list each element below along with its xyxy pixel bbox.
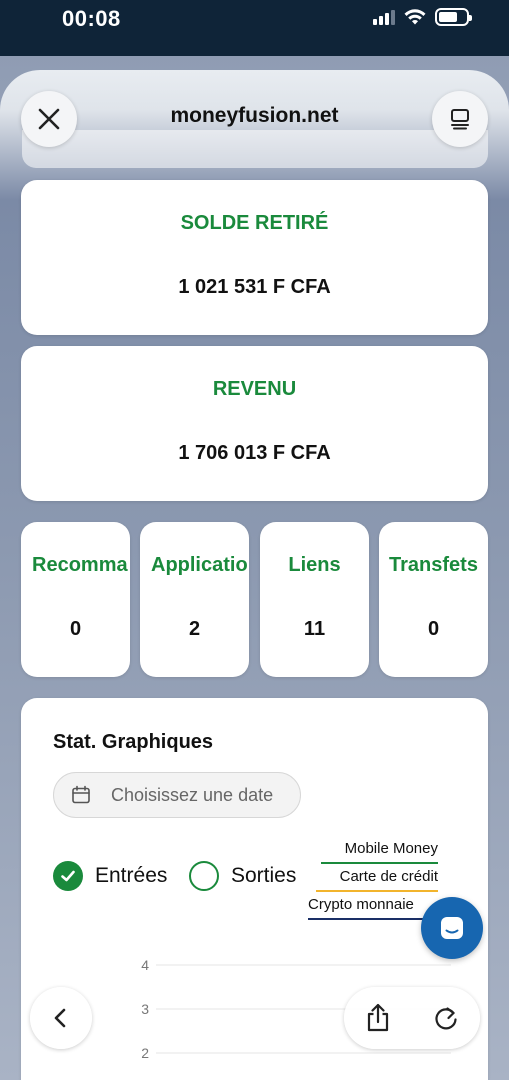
- support-chat-button[interactable]: [421, 897, 483, 959]
- back-button[interactable]: [30, 987, 92, 1049]
- browser-header: moneyfusion.net: [0, 70, 509, 170]
- chevron-left-icon: [54, 1008, 66, 1028]
- browser-actions: [344, 987, 480, 1049]
- status-bar: 00:08: [0, 0, 509, 56]
- share-icon: [367, 1003, 388, 1032]
- chart-title: Stat. Graphiques: [53, 731, 214, 753]
- tab-overview-button[interactable]: [432, 91, 488, 147]
- stat-label: Liens: [288, 554, 341, 576]
- solde-retire-value: 1 021 531 F CFA: [178, 276, 331, 298]
- cellular-signal-icon: [373, 9, 395, 25]
- stat-label: Transfets: [389, 554, 478, 576]
- battery-icon: [435, 8, 472, 26]
- radio-unchecked-icon: [189, 861, 219, 891]
- stat-card-applications[interactable]: Applicatio 2: [140, 522, 249, 677]
- chart-legend: Mobile Money Carte de crédit Crypto monn…: [308, 840, 438, 924]
- legend-label: Carte de crédit: [339, 868, 438, 885]
- status-time: 00:08: [62, 6, 121, 31]
- stat-value: 0: [69, 618, 82, 640]
- stat-card-recommandations[interactable]: Recomma 0: [21, 522, 130, 677]
- stat-value: 2: [188, 618, 201, 640]
- wifi-icon: [404, 9, 426, 25]
- y-tick-label: 3: [141, 1001, 149, 1017]
- reload-button[interactable]: [432, 1004, 460, 1032]
- date-picker-input[interactable]: Choisissez une date: [53, 772, 301, 818]
- share-button[interactable]: [365, 1003, 391, 1033]
- stat-card-transferts[interactable]: Transfets 0: [379, 522, 488, 677]
- legend-item[interactable]: Carte de crédit: [308, 868, 438, 896]
- stat-card-liens[interactable]: Liens 11: [260, 522, 369, 677]
- status-icons: [373, 8, 472, 26]
- stat-value: 0: [427, 618, 440, 640]
- radio-entrees[interactable]: Entrées: [53, 861, 167, 891]
- revenu-label: REVENU: [212, 378, 297, 400]
- y-tick-label: 2: [141, 1045, 149, 1061]
- radio-sorties[interactable]: Sorties: [189, 861, 296, 891]
- stat-label: Recomma: [32, 554, 128, 576]
- legend-label: Crypto monnaie: [308, 896, 414, 913]
- legend-label: Mobile Money: [344, 840, 438, 857]
- solde-retire-label: SOLDE RETIRÉ: [180, 212, 329, 234]
- radio-sorties-label: Sorties: [231, 864, 297, 887]
- tab-overview-icon: [451, 109, 469, 130]
- legend-item[interactable]: Crypto monnaie: [308, 896, 438, 924]
- radio-checked-icon: [53, 861, 83, 891]
- date-placeholder: Choisissez une date: [111, 784, 274, 805]
- revenu-card: REVENU 1 706 013 F CFA: [21, 346, 488, 501]
- stat-label: Applicatio: [151, 554, 248, 576]
- legend-item[interactable]: Mobile Money: [308, 840, 438, 868]
- reload-icon: [434, 1007, 457, 1030]
- y-tick-label: 4: [141, 957, 149, 973]
- solde-retire-card: SOLDE RETIRÉ 1 021 531 F CFA: [21, 180, 488, 335]
- radio-entrees-label: Entrées: [95, 864, 168, 887]
- calendar-icon: [72, 785, 90, 804]
- revenu-value: 1 706 013 F CFA: [178, 442, 331, 464]
- stat-value: 11: [303, 618, 326, 640]
- chat-icon: [441, 917, 463, 939]
